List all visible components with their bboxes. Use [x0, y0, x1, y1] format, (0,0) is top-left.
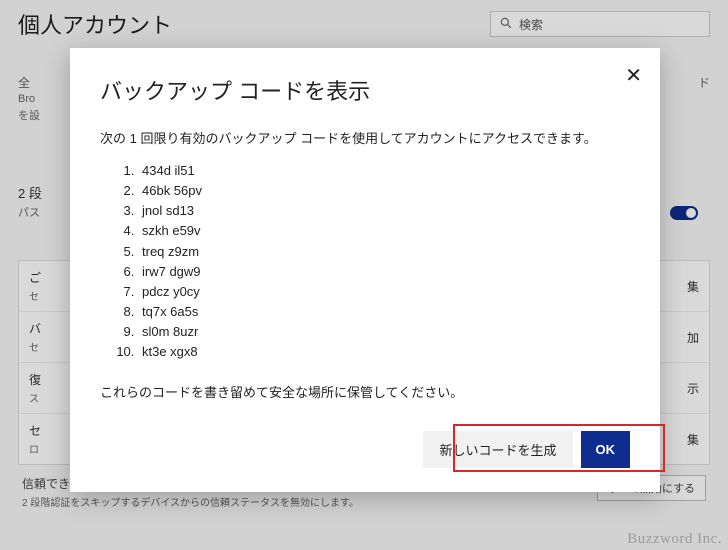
- backup-code: jnol sd13: [138, 201, 630, 221]
- backup-codes-modal: ✕ バックアップ コードを表示 次の 1 回限り有効のバックアップ コードを使用…: [70, 48, 660, 492]
- backup-code: szkh e59v: [138, 221, 630, 241]
- backup-code: tq7x 6a5s: [138, 302, 630, 322]
- modal-note: これらのコードを書き留めて安全な場所に保管してください。: [100, 382, 630, 401]
- generate-new-codes-button[interactable]: 新しいコードを生成: [423, 431, 572, 468]
- backup-code: sl0m 8uzr: [138, 322, 630, 342]
- backup-code: treq z9zm: [138, 242, 630, 262]
- watermark: Buzzword Inc.: [627, 531, 722, 548]
- modal-description: 次の 1 回限り有効のバックアップ コードを使用してアカウントにアクセスできます…: [100, 128, 630, 147]
- backup-code: irw7 dgw9: [138, 262, 630, 282]
- backup-codes-list: 434d il51 46bk 56pv jnol sd13 szkh e59v …: [138, 161, 630, 362]
- backup-code: kt3e xgx8: [138, 342, 630, 362]
- modal-title: バックアップ コードを表示: [100, 74, 630, 106]
- backup-code: pdcz y0cy: [138, 282, 630, 302]
- backup-code: 434d il51: [138, 161, 630, 181]
- modal-actions: 新しいコードを生成 OK: [100, 431, 630, 468]
- backup-code: 46bk 56pv: [138, 181, 630, 201]
- close-icon[interactable]: ✕: [625, 66, 642, 86]
- ok-button[interactable]: OK: [581, 431, 631, 468]
